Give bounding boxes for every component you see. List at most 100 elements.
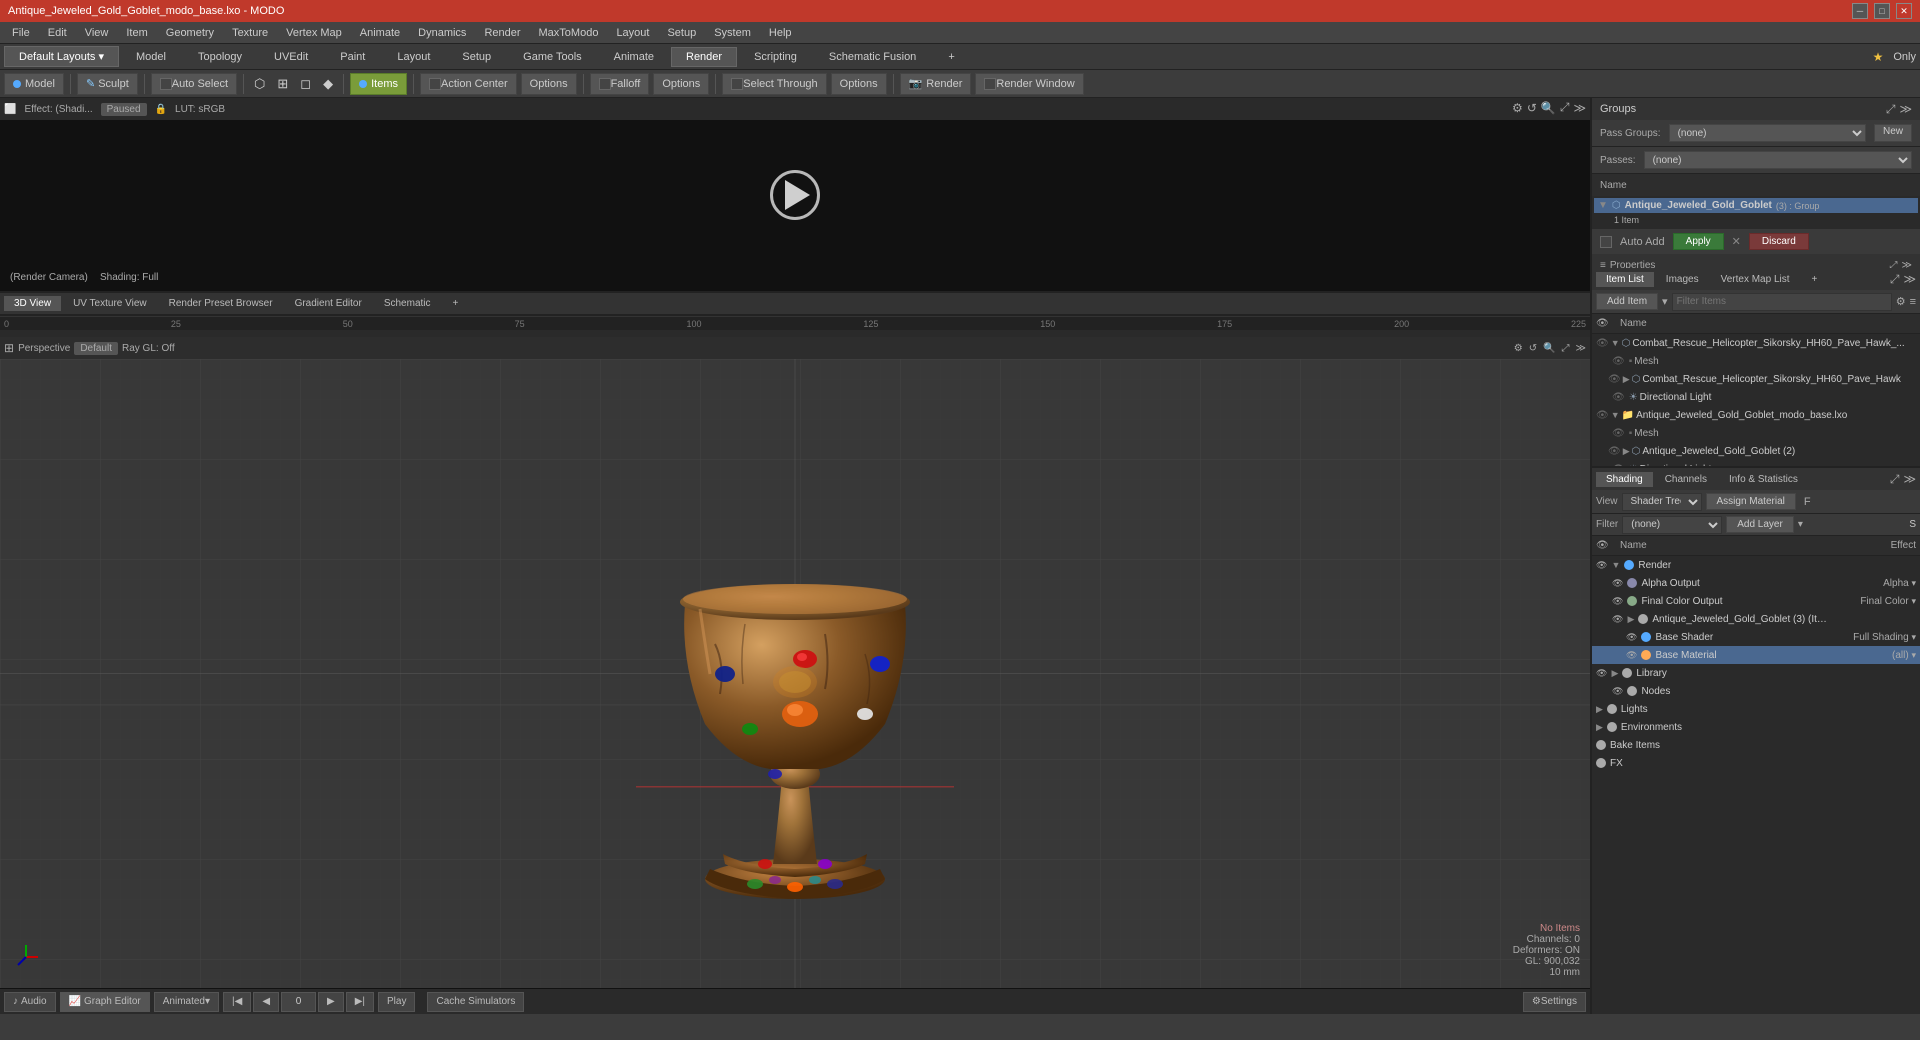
animated-button[interactable]: Animated ▾ [154, 992, 219, 1012]
tab-plus[interactable]: + [933, 47, 969, 67]
more-icon[interactable]: ≫ [1903, 472, 1916, 486]
tab-model[interactable]: Model [121, 47, 181, 67]
eye-icon[interactable]: 👁 [1626, 650, 1637, 661]
menu-help[interactable]: Help [761, 25, 800, 41]
auto-select-button[interactable]: Auto Select [151, 73, 237, 95]
eye-icon[interactable]: 👁 [1626, 632, 1637, 643]
falloff-button[interactable]: Falloff [590, 73, 650, 95]
model-button[interactable]: Model [4, 73, 64, 95]
minimize-button[interactable]: ─ [1852, 3, 1868, 19]
group-row[interactable]: ▼ ⬡ Antique_Jeweled_Gold_Goblet (3) : Gr… [1594, 198, 1918, 213]
zoom-icon[interactable]: 🔍 [1541, 101, 1556, 115]
eye-icon[interactable]: 👁 [1596, 560, 1607, 571]
vert-icon[interactable]: ⬡ [250, 74, 269, 94]
filter-icon[interactable]: ⚙ [1896, 295, 1906, 308]
discard-button[interactable]: Discard [1749, 233, 1809, 250]
auto-select-checkbox[interactable] [160, 78, 172, 90]
apply-button[interactable]: Apply [1673, 233, 1724, 250]
menu-dynamics[interactable]: Dynamics [410, 25, 474, 41]
mat-icon[interactable]: ◆ [319, 74, 337, 94]
sculpt-button[interactable]: ✎ Sculpt [77, 73, 138, 95]
expand-icon[interactable]: ⤢ [1562, 343, 1570, 354]
render-button[interactable]: 📷 Render [900, 73, 972, 95]
action-center-button[interactable]: Action Center [420, 73, 517, 95]
shader-row-lights[interactable]: ▶ Lights [1592, 700, 1920, 718]
falloff-checkbox[interactable] [599, 78, 611, 90]
shader-row-bake[interactable]: Bake Items [1592, 736, 1920, 754]
group-sub-row[interactable]: 1 Item [1594, 213, 1918, 227]
refresh-icon[interactable]: ↺ [1529, 343, 1537, 354]
select-through-button[interactable]: Select Through [722, 73, 826, 95]
tab-animate[interactable]: Animate [599, 47, 669, 67]
shader-row-render[interactable]: 👁 ▼ Render [1592, 556, 1920, 574]
tab-item-list[interactable]: Item List [1596, 272, 1654, 287]
settings-icon[interactable]: ⚙ [1512, 101, 1523, 115]
menu-system[interactable]: System [706, 25, 759, 41]
tab-render[interactable]: Render [671, 47, 737, 67]
item-row[interactable]: 👁 ☀ Directional Light [1592, 388, 1920, 406]
shader-row-final-color[interactable]: 👁 Final Color Output Final Color ▾ [1592, 592, 1920, 610]
next-frame-button[interactable]: ▶| [346, 992, 374, 1012]
items-button[interactable]: Items [350, 73, 407, 95]
eye-icon[interactable]: 👁 [1608, 374, 1621, 385]
menu-file[interactable]: File [4, 25, 38, 41]
expand-icon[interactable]: ≫ [1573, 101, 1586, 115]
item-row[interactable]: 👁 ☀ Directional Light [1592, 460, 1920, 466]
new-pass-group-button[interactable]: New [1874, 124, 1912, 142]
filter-dropdown[interactable]: (none) [1622, 516, 1722, 534]
eye-icon[interactable]: 👁 [1612, 464, 1625, 467]
pass-groups-dropdown[interactable]: (none) [1669, 124, 1866, 142]
eye-icon[interactable]: 👁 [1612, 578, 1623, 589]
menu-render[interactable]: Render [476, 25, 528, 41]
play-label-button[interactable]: Play [378, 992, 415, 1012]
viewport-area[interactable]: ⊞ Perspective Default Ray GL: Off ⚙ ↺ 🔍 … [0, 315, 1590, 988]
tab-game-tools[interactable]: Game Tools [508, 47, 597, 67]
maximize-button[interactable]: □ [1874, 3, 1890, 19]
expand-icon[interactable]: ⤢ [1890, 472, 1900, 487]
select-through-checkbox[interactable] [731, 78, 743, 90]
item-row[interactable]: 👁 ▼ 📁 Antique_Jeweled_Gold_Goblet_modo_b… [1592, 406, 1920, 424]
settings-button[interactable]: ⚙ Settings [1523, 992, 1586, 1012]
item-list-content[interactable]: 👁 ▼ ⬡ Combat_Rescue_Helicopter_Sikorsky_… [1592, 334, 1920, 466]
menu-item[interactable]: Item [118, 25, 155, 41]
shader-row-base-shader[interactable]: 👁 Base Shader Full Shading ▾ [1592, 628, 1920, 646]
item-row[interactable]: 👁 ▶ ⬡ Combat_Rescue_Helicopter_Sikorsky_… [1592, 370, 1920, 388]
shader-tree-dropdown[interactable]: Shader Tree [1622, 493, 1702, 511]
eye-icon[interactable]: 👁 [1612, 428, 1625, 439]
auto-add-checkbox[interactable] [1600, 236, 1612, 248]
tab-uvedit[interactable]: UVEdit [259, 47, 323, 67]
shading-content[interactable]: 👁 ▼ Render 👁 Alpha Output Alpha ▾ 👁 [1592, 556, 1920, 1014]
assign-material-button[interactable]: Assign Material [1706, 493, 1796, 510]
render-window-button[interactable]: Render Window [975, 73, 1083, 95]
tab-vertex-map[interactable]: Vertex Map List [1711, 272, 1800, 287]
fullscreen-icon[interactable]: ⤢ [1560, 100, 1570, 115]
tab-info[interactable]: Info & Statistics [1719, 472, 1808, 487]
eye-icon[interactable]: 👁 [1612, 356, 1625, 367]
shader-row-nodes[interactable]: 👁 Nodes [1592, 682, 1920, 700]
dropdown-arrow[interactable]: ▾ [1798, 519, 1803, 530]
prev-frame-button[interactable]: ◀ [253, 992, 279, 1012]
play-button[interactable]: ▶ [318, 992, 344, 1012]
close-icon[interactable]: ≫ [1899, 102, 1912, 117]
edge-icon[interactable]: ⊞ [273, 74, 292, 94]
settings-icon[interactable]: ⚙ [1514, 343, 1523, 354]
menu-animate[interactable]: Animate [352, 25, 408, 41]
menu-maxtomodo[interactable]: MaxToModo [531, 25, 607, 41]
tab-3d-view[interactable]: 3D View [4, 296, 61, 311]
options-button-1[interactable]: Options [521, 73, 577, 95]
tab-schematic[interactable]: Schematic [374, 296, 441, 311]
eye-icon[interactable]: 👁 [1612, 596, 1623, 607]
close-button[interactable]: ✕ [1896, 3, 1912, 19]
eye-icon[interactable]: 👁 [1612, 614, 1623, 625]
frame-input[interactable] [281, 992, 316, 1012]
item-row[interactable]: 👁 ▪ Mesh [1592, 352, 1920, 370]
dropdown-arrow[interactable]: ▾ [1662, 295, 1668, 308]
poly-icon[interactable]: ◻ [296, 74, 315, 94]
layout-dropdown[interactable]: Default Layouts ▾ [4, 46, 119, 67]
eye-icon[interactable]: 👁 [1612, 686, 1623, 697]
shader-row-goblet[interactable]: 👁 ▶ Antique_Jeweled_Gold_Goblet (3) (Ite… [1592, 610, 1920, 628]
passes-dropdown[interactable]: (none) [1644, 151, 1912, 169]
render-window-checkbox[interactable] [984, 78, 996, 90]
menu-layout[interactable]: Layout [608, 25, 657, 41]
eye-icon[interactable]: 👁 [1608, 446, 1621, 457]
